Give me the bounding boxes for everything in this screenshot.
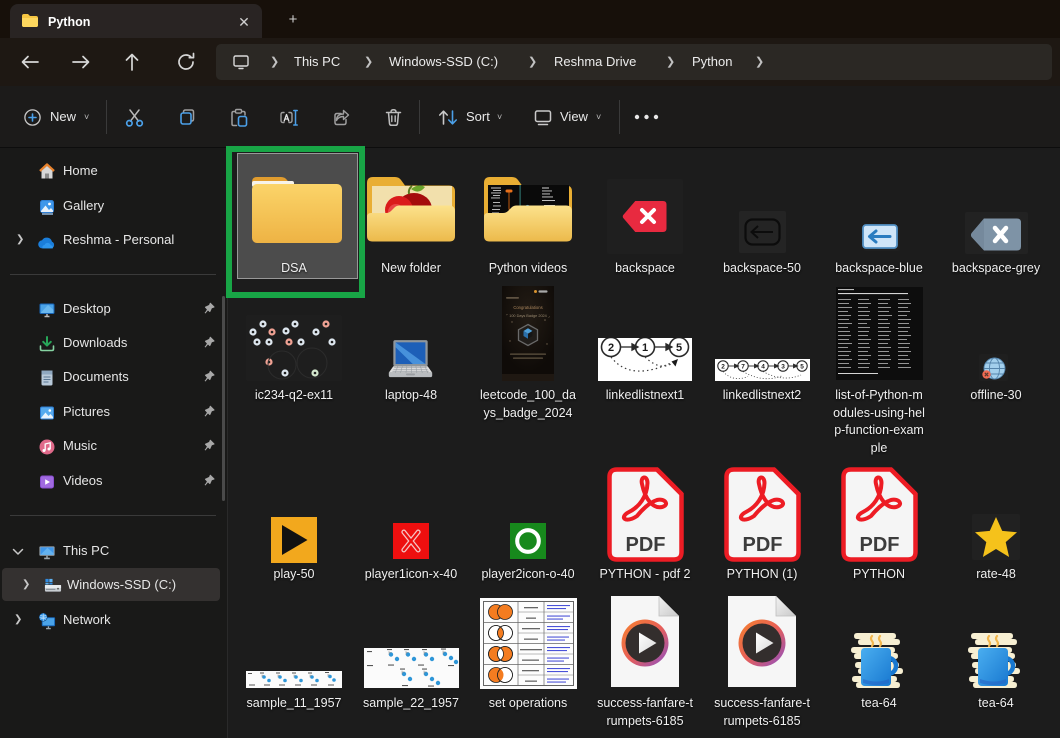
svg-text:3: 3 xyxy=(781,363,785,370)
svg-text:5: 5 xyxy=(800,363,804,370)
svg-text:PDF: PDF xyxy=(859,534,899,556)
svg-text:PDF: PDF xyxy=(742,534,782,556)
svg-text:4: 4 xyxy=(761,363,765,370)
svg-text:2: 2 xyxy=(721,363,725,370)
svg-text:PDF: PDF xyxy=(625,534,665,556)
svg-text:1: 1 xyxy=(642,342,648,354)
svg-text:Congratulations: Congratulations xyxy=(513,305,542,310)
svg-text:5: 5 xyxy=(676,342,682,354)
svg-text:7: 7 xyxy=(741,363,745,370)
svg-text:2: 2 xyxy=(608,342,614,354)
svg-text:⌜ 100 Days Badge 2024 ⌟: ⌜ 100 Days Badge 2024 ⌟ xyxy=(506,313,549,318)
